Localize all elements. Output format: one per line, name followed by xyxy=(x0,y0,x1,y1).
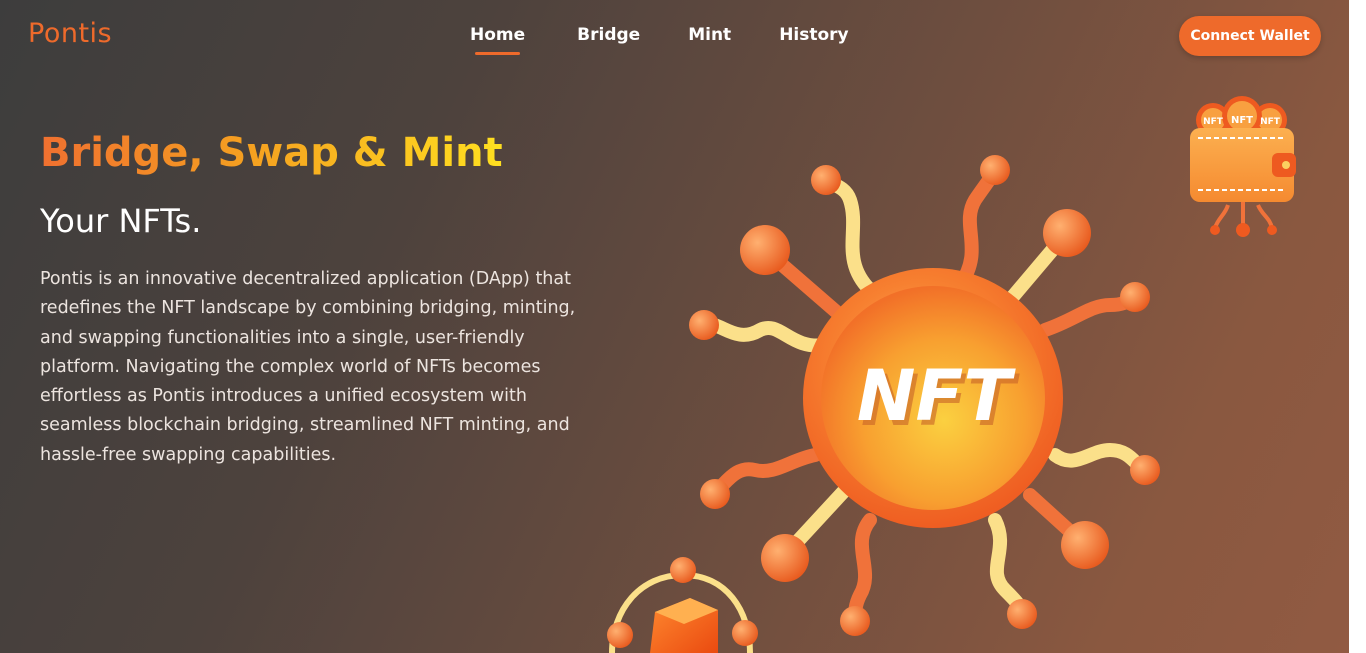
blockchain-cube-illustration xyxy=(607,557,758,653)
wallet-coin-label: NFT xyxy=(1260,117,1281,127)
nft-wallet-illustration: NFT NFT NFT xyxy=(1190,96,1296,237)
coin-label: NFT xyxy=(857,355,1016,437)
wallet-coin-label: NFT xyxy=(1231,115,1253,126)
page: Pontis Home Bridge Mint History Connect … xyxy=(0,0,1349,653)
nft-coin-network-illustration: NFT NFT xyxy=(689,155,1160,636)
wallet-coin-label: NFT xyxy=(1203,117,1224,127)
hero-illustration: NFT NFT NFT NFT NFT xyxy=(607,96,1296,653)
